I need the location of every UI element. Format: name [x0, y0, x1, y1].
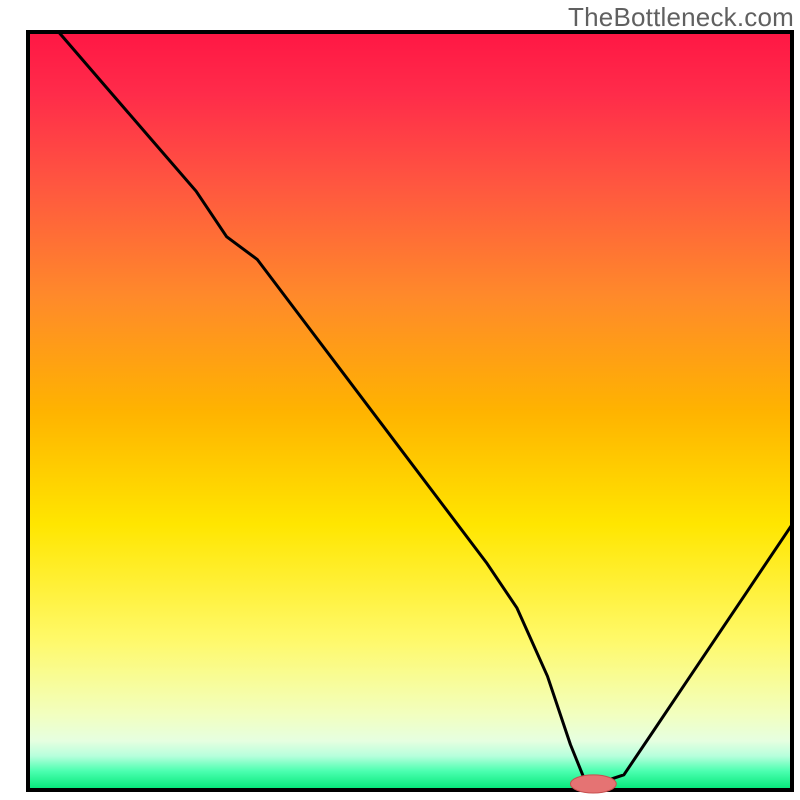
plot-background — [28, 32, 792, 790]
bottleneck-chart — [0, 0, 800, 800]
watermark-text: TheBottleneck.com — [568, 2, 794, 33]
chart-container: { "watermark": "TheBottleneck.com", "col… — [0, 0, 800, 800]
optimum-marker — [570, 775, 616, 793]
